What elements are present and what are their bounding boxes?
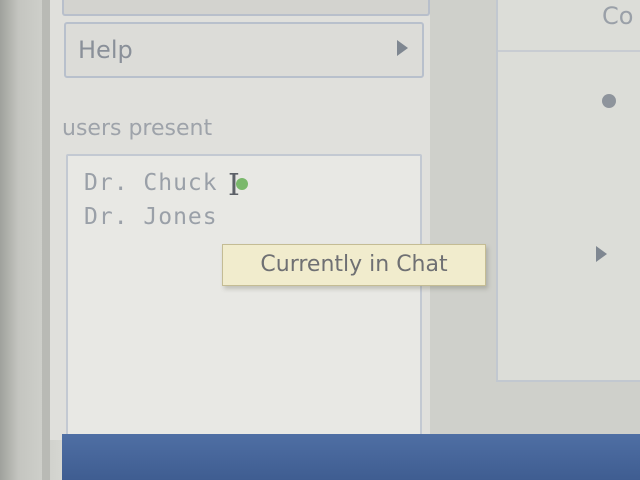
gutter-edge	[42, 0, 50, 480]
help-menu-label: Help	[78, 36, 133, 64]
status-tooltip: Currently in Chat	[222, 244, 486, 286]
users-present-heading: users present	[62, 116, 213, 141]
radio-icon[interactable]	[602, 94, 616, 108]
right-panel-divider	[498, 50, 640, 52]
submenu-arrow-icon	[397, 40, 408, 56]
users-present-list[interactable]: Dr. Chuck I Dr. Jones	[66, 154, 422, 440]
help-menu-item[interactable]: Help	[64, 22, 424, 78]
right-panel-label: Co	[602, 2, 634, 30]
menu-item-top[interactable]	[62, 0, 430, 16]
expand-arrow-icon[interactable]	[596, 246, 607, 262]
user-list-item[interactable]: Dr. Chuck	[84, 170, 218, 196]
text-cursor-icon: I	[228, 168, 240, 203]
right-panel: Co	[496, 0, 640, 382]
bottom-taskbar	[62, 434, 640, 480]
user-list-item[interactable]: Dr. Jones	[84, 204, 218, 230]
